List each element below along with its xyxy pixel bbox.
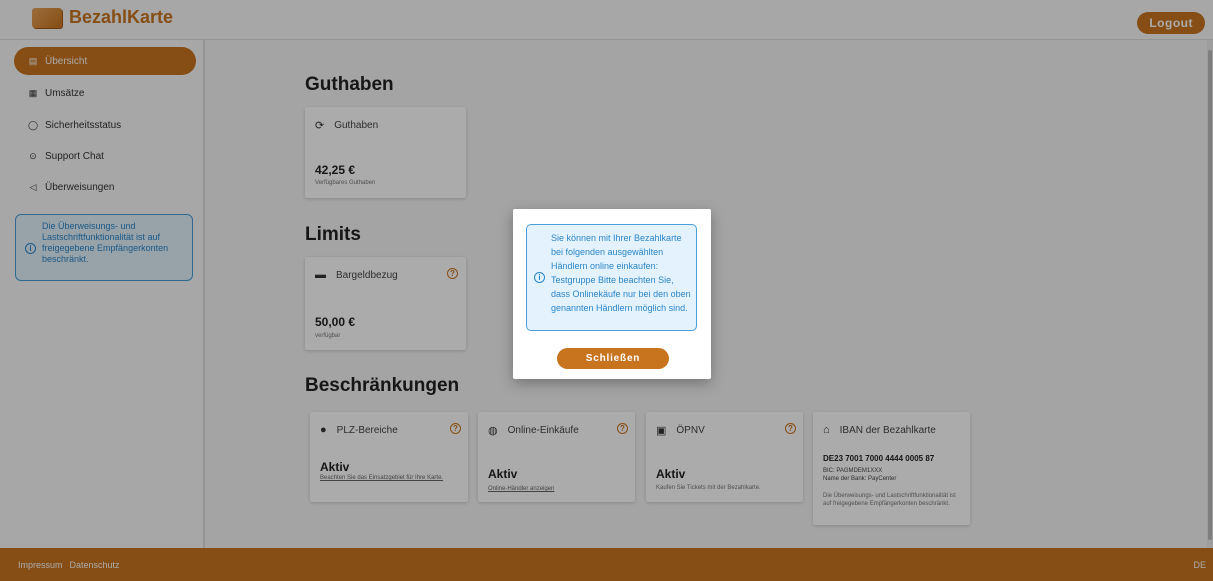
info-icon: i bbox=[534, 272, 545, 283]
online-merchants-dialog: i Sie können mit Ihrer Bezahlkarte bei f… bbox=[513, 209, 711, 379]
dialog-info-text: Sie können mit Ihrer Bezahlkarte bei fol… bbox=[551, 233, 691, 313]
close-button[interactable]: Schließen bbox=[557, 348, 669, 369]
dialog-info-box: i Sie können mit Ihrer Bezahlkarte bei f… bbox=[526, 224, 697, 331]
